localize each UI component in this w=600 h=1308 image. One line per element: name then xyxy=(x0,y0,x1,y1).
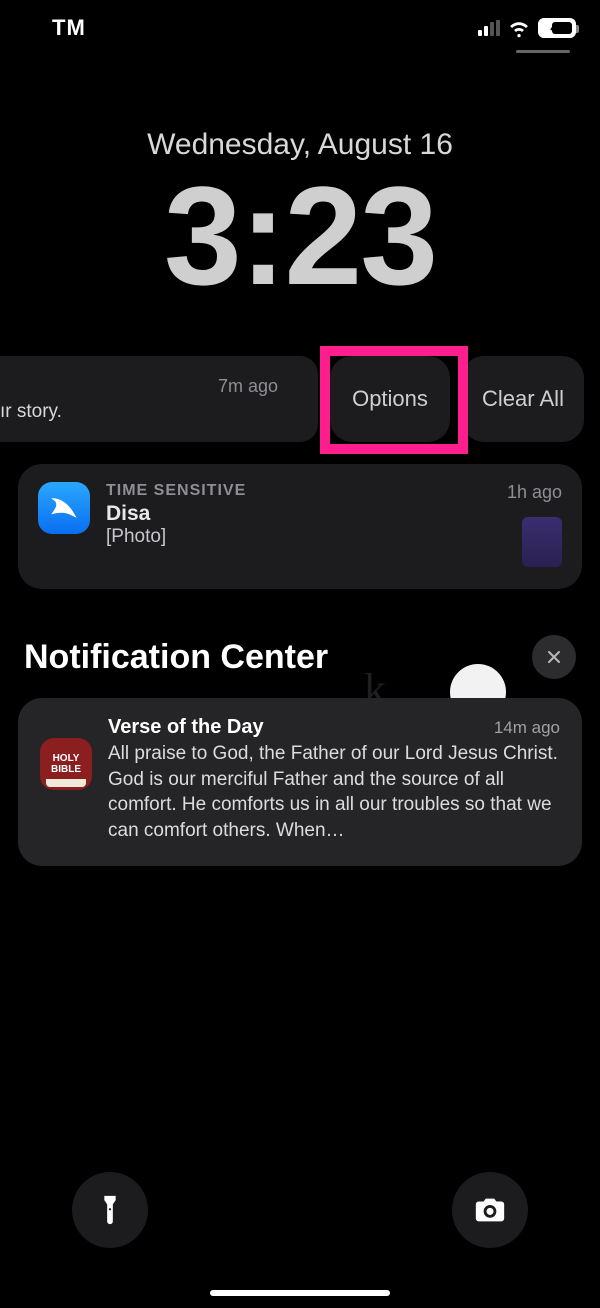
clear-all-button[interactable]: Clear All xyxy=(462,356,584,442)
time-label: 3:23 xyxy=(0,166,600,306)
verse-body: All praise to God, the Father of our Lor… xyxy=(108,741,560,844)
clear-all-label: Clear All xyxy=(482,386,564,412)
annotation-highlight xyxy=(320,346,468,454)
cellular-signal-icon xyxy=(478,20,500,36)
status-icons: 40 xyxy=(478,17,576,39)
app-icon-bible: HOLY BIBLE xyxy=(40,738,92,790)
notification-disa[interactable]: TIME SENSITIVE Disa [Photo] 1h ago xyxy=(18,464,582,589)
bible-icon-line1: HOLY xyxy=(53,753,80,764)
notification-center-header: Notification Center xyxy=(24,635,576,679)
status-bar: TM 40 xyxy=(0,0,600,56)
notification-title: Disa xyxy=(106,502,491,526)
status-underline xyxy=(516,50,570,53)
notification-swipe-row: 7m ago ır story. Options Clear All xyxy=(0,356,600,442)
verse-main: Verse of the Day 14m ago All praise to G… xyxy=(108,716,560,844)
notification-subtitle: [Photo] xyxy=(106,526,491,548)
carrier-label: TM xyxy=(24,15,86,41)
camera-button[interactable] xyxy=(452,1172,528,1248)
verse-ago: 14m ago xyxy=(494,716,560,739)
bible-icon-line2: BIBLE xyxy=(51,764,81,775)
notification-story-partial[interactable]: 7m ago ır story. xyxy=(0,356,318,442)
story-ago: 7m ago xyxy=(218,376,300,397)
home-indicator[interactable] xyxy=(210,1290,390,1296)
flashlight-icon xyxy=(93,1193,127,1227)
lockscreen-bottom-controls xyxy=(0,1172,600,1248)
wing-icon xyxy=(47,491,81,525)
close-icon xyxy=(544,647,564,667)
notification-verse[interactable]: HOLY BIBLE Verse of the Day 14m ago All … xyxy=(18,698,582,866)
battery-pct: 40 xyxy=(550,21,563,35)
lockscreen-datetime: Wednesday, August 16 3:23 xyxy=(0,128,600,306)
flashlight-button[interactable] xyxy=(72,1172,148,1248)
verse-title: Verse of the Day xyxy=(108,716,264,739)
time-sensitive-tag: TIME SENSITIVE xyxy=(106,482,491,500)
notification-right: 1h ago xyxy=(507,482,562,567)
story-body: ır story. xyxy=(0,401,300,423)
notification-ago: 1h ago xyxy=(507,482,562,503)
camera-icon xyxy=(473,1193,507,1227)
notification-main: TIME SENSITIVE Disa [Photo] xyxy=(106,482,491,548)
app-icon-disa xyxy=(38,482,90,534)
wifi-icon xyxy=(508,17,530,39)
close-button[interactable] xyxy=(532,635,576,679)
battery-icon: 40 xyxy=(538,18,576,38)
photo-thumbnail xyxy=(522,517,562,567)
notification-center-title: Notification Center xyxy=(24,638,328,677)
